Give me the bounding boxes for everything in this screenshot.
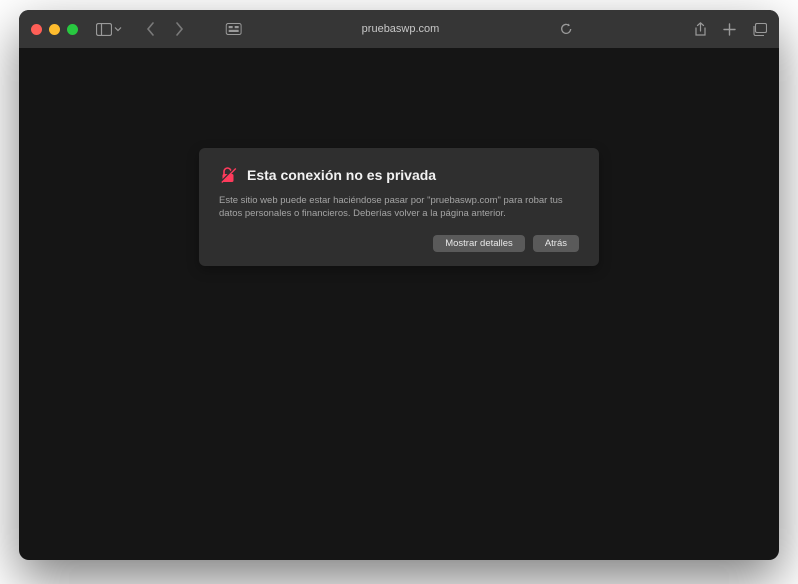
tab-overview-button[interactable]	[752, 23, 767, 36]
reload-button[interactable]	[559, 22, 572, 36]
sidebar-toggle-button[interactable]	[96, 23, 122, 36]
share-button[interactable]	[694, 22, 707, 37]
address-bar[interactable]: pruebaswp.com	[226, 22, 573, 36]
navigation-arrows	[144, 22, 186, 36]
url-text: pruebaswp.com	[362, 23, 440, 35]
sidebar-icon	[96, 23, 112, 36]
browser-toolbar: pruebaswp.com	[19, 10, 779, 48]
page-content: Esta conexión no es privada Este sitio w…	[19, 48, 779, 560]
insecure-lock-icon	[219, 166, 237, 184]
maximize-window-button[interactable]	[67, 24, 78, 35]
warning-button-row: Mostrar detalles Atrás	[219, 235, 579, 252]
toolbar-right-group	[694, 22, 767, 37]
minimize-window-button[interactable]	[49, 24, 60, 35]
warning-header: Esta conexión no es privada	[219, 166, 579, 184]
chevron-down-icon	[114, 25, 122, 33]
ssl-warning-panel: Esta conexión no es privada Este sitio w…	[199, 148, 599, 266]
privacy-report-icon[interactable]	[226, 23, 242, 35]
go-back-button[interactable]: Atrás	[533, 235, 579, 252]
new-tab-button[interactable]	[723, 23, 736, 36]
close-window-button[interactable]	[31, 24, 42, 35]
window-controls	[31, 24, 78, 35]
back-button[interactable]	[144, 22, 158, 36]
warning-title: Esta conexión no es privada	[247, 167, 436, 183]
browser-window: pruebaswp.com	[19, 10, 779, 560]
forward-button[interactable]	[172, 22, 186, 36]
show-details-button[interactable]: Mostrar detalles	[433, 235, 525, 252]
warning-body-text: Este sitio web puede estar haciéndose pa…	[219, 194, 579, 221]
